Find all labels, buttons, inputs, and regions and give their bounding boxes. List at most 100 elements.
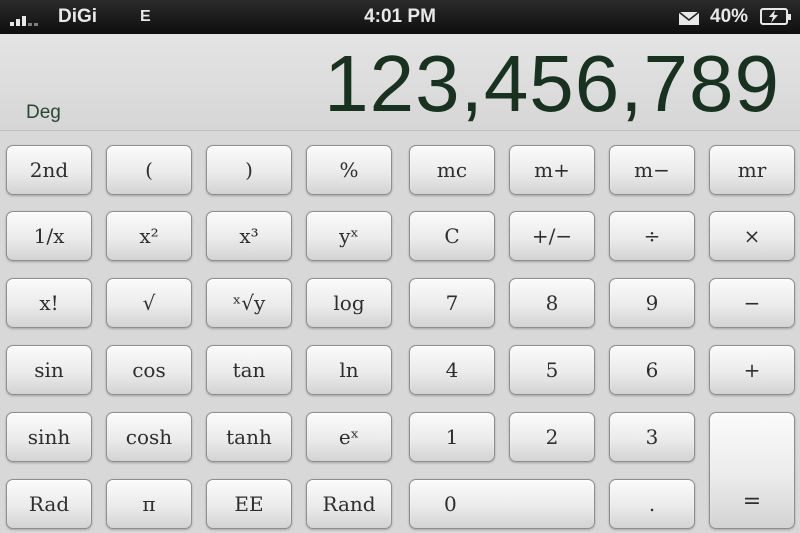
key-label: + — [743, 358, 761, 382]
digit-0-button[interactable]: 0 — [409, 479, 595, 529]
key-label: sin — [34, 358, 64, 382]
subtract-button[interactable]: − — [709, 278, 795, 328]
calculator-display: 123,456,789 Deg — [0, 34, 800, 131]
key-label: +/− — [531, 224, 573, 248]
key-label: 0 — [444, 492, 457, 516]
clear-button[interactable]: C — [409, 211, 495, 261]
key-label: 4 — [445, 358, 459, 382]
key-label: π — [142, 492, 156, 516]
key-label: × — [743, 224, 761, 248]
key-label: 3 — [645, 425, 659, 449]
sign-toggle-button[interactable]: +/− — [509, 211, 595, 261]
rand-button[interactable]: Rand — [306, 479, 392, 529]
key-label: . — [648, 492, 656, 516]
square-button[interactable]: x² — [106, 211, 192, 261]
display-value: 123,456,789 — [324, 39, 780, 128]
ln-button[interactable]: ln — [306, 345, 392, 395]
key-label: C — [444, 224, 460, 248]
memory-recall-button[interactable]: mr — [709, 145, 795, 195]
key-label: ln — [339, 358, 359, 382]
open-paren-button[interactable]: ( — [106, 145, 192, 195]
second-function-button[interactable]: 2nd — [6, 145, 92, 195]
key-label: sinh — [27, 425, 71, 449]
key-label: 6 — [645, 358, 659, 382]
key-label: x³ — [239, 224, 259, 248]
key-label: x! — [39, 291, 59, 315]
cosh-button[interactable]: cosh — [106, 412, 192, 462]
tan-button[interactable]: tan — [206, 345, 292, 395]
ee-button[interactable]: EE — [206, 479, 292, 529]
decimal-button[interactable]: . — [609, 479, 695, 529]
key-label: Rand — [322, 492, 376, 516]
battery-percent: 40% — [710, 6, 749, 27]
key-label: ÷ — [643, 224, 661, 248]
digit-8-button[interactable]: 8 — [509, 278, 595, 328]
multiply-button[interactable]: × — [709, 211, 795, 261]
memory-subtract-button[interactable]: m− — [609, 145, 695, 195]
key-label: EE — [234, 492, 264, 516]
key-label: m+ — [534, 158, 570, 182]
key-label: m− — [634, 158, 670, 182]
key-label: tanh — [226, 425, 272, 449]
memory-add-button[interactable]: m+ — [509, 145, 595, 195]
key-label: 1/x — [33, 224, 65, 248]
digit-7-button[interactable]: 7 — [409, 278, 495, 328]
digit-2-button[interactable]: 2 — [509, 412, 595, 462]
key-label: √ — [142, 291, 156, 315]
digit-5-button[interactable]: 5 — [509, 345, 595, 395]
digit-1-button[interactable]: 1 — [409, 412, 495, 462]
pi-button[interactable]: π — [106, 479, 192, 529]
key-label: 1 — [445, 425, 459, 449]
key-label: ˣ√y — [232, 291, 266, 315]
key-label: cosh — [125, 425, 173, 449]
key-label: ( — [145, 158, 153, 182]
add-button[interactable]: + — [709, 345, 795, 395]
log-button[interactable]: log — [306, 278, 392, 328]
key-label: 2nd — [29, 158, 69, 182]
nth-root-button[interactable]: ˣ√y — [206, 278, 292, 328]
key-label: Rad — [28, 492, 70, 516]
key-label: = — [742, 489, 762, 514]
angle-mode-indicator: Deg — [26, 102, 61, 123]
sin-button[interactable]: sin — [6, 345, 92, 395]
divide-button[interactable]: ÷ — [609, 211, 695, 261]
close-paren-button[interactable]: ) — [206, 145, 292, 195]
square-root-button[interactable]: √ — [106, 278, 192, 328]
equals-button[interactable]: = — [709, 412, 795, 529]
digit-4-button[interactable]: 4 — [409, 345, 495, 395]
keypad: 2nd ()% mc m+ m− mr 1/x x² x³ yˣ C +/− ÷ × x! √ ˣ√y log 7 8… — [0, 131, 800, 533]
mail-icon — [678, 10, 700, 25]
percent-button[interactable]: % — [306, 145, 392, 195]
memory-clear-button[interactable]: mc — [409, 145, 495, 195]
key-label: mc — [436, 158, 468, 182]
key-label: eˣ — [338, 425, 360, 449]
key-label: 7 — [445, 291, 459, 315]
cube-button[interactable]: x³ — [206, 211, 292, 261]
cos-button[interactable]: cos — [106, 345, 192, 395]
sinh-button[interactable]: sinh — [6, 412, 92, 462]
status-bar: DiGi E 4:01 PM 40% — [0, 0, 800, 34]
key-label: ) — [245, 158, 253, 182]
exp-button[interactable]: eˣ — [306, 412, 392, 462]
battery-charging-icon — [760, 8, 791, 25]
key-label: yˣ — [339, 224, 359, 248]
reciprocal-button[interactable]: 1/x — [6, 211, 92, 261]
key-label: 2 — [545, 425, 559, 449]
key-label: % — [339, 158, 359, 182]
key-label: x² — [139, 224, 159, 248]
tanh-button[interactable]: tanh — [206, 412, 292, 462]
digit-9-button[interactable]: 9 — [609, 278, 695, 328]
digit-6-button[interactable]: 6 — [609, 345, 695, 395]
key-label: cos — [132, 358, 166, 382]
digit-3-button[interactable]: 3 — [609, 412, 695, 462]
key-label: − — [743, 291, 761, 315]
key-label: 5 — [545, 358, 559, 382]
rad-toggle-button[interactable]: Rad — [6, 479, 92, 529]
key-label: 8 — [545, 291, 559, 315]
key-label: tan — [232, 358, 266, 382]
key-label: 9 — [645, 291, 659, 315]
key-label: mr — [737, 158, 767, 182]
key-label: log — [333, 291, 365, 315]
factorial-button[interactable]: x! — [6, 278, 92, 328]
power-button[interactable]: yˣ — [306, 211, 392, 261]
